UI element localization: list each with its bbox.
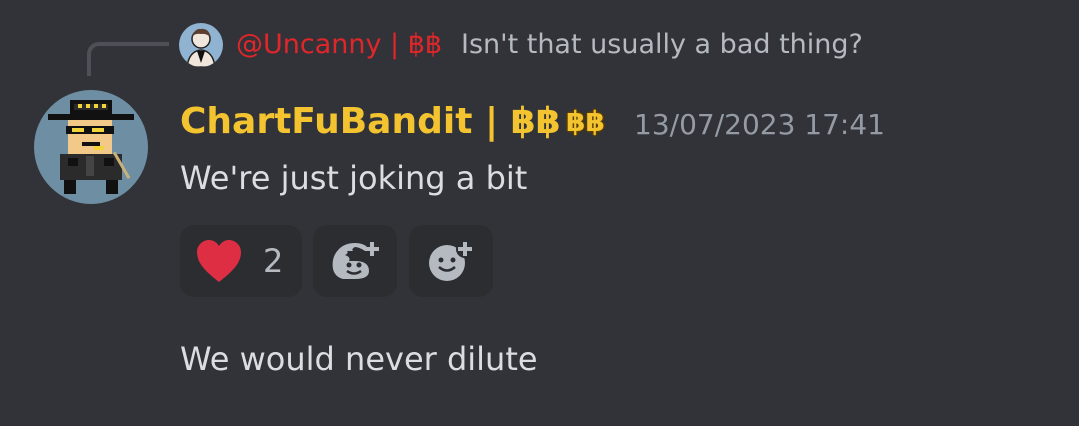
reply-message-preview[interactable]: Isn't that usually a bad thing? <box>461 27 863 63</box>
reply-user-avatar[interactable] <box>179 23 223 67</box>
message-timestamp[interactable]: 13/07/2023 17:41 <box>634 107 885 143</box>
author-avatar[interactable] <box>34 90 148 204</box>
user-avatar-icon <box>179 23 223 67</box>
heart-icon <box>197 240 241 282</box>
add-reaction-icon <box>429 240 474 281</box>
reply-connector-line <box>87 42 169 76</box>
reply-username[interactable]: @Uncanny | ฿฿ <box>236 27 442 63</box>
heart-reaction-button[interactable]: 2 <box>180 225 302 297</box>
reaction-count: 2 <box>263 242 284 280</box>
bandit-pixel-avatar-icon <box>34 90 148 204</box>
role-badge-icon[interactable]: ฿฿ <box>566 104 606 140</box>
add-reaction-button[interactable] <box>409 225 493 297</box>
message-text: We're just joking a bit <box>180 159 528 197</box>
add-super-reaction-button[interactable] <box>313 225 397 297</box>
author-username[interactable]: ChartFuBandit | ฿฿ <box>180 99 561 145</box>
message-text: We would never dilute <box>180 340 538 378</box>
add-super-reaction-icon <box>332 242 379 279</box>
